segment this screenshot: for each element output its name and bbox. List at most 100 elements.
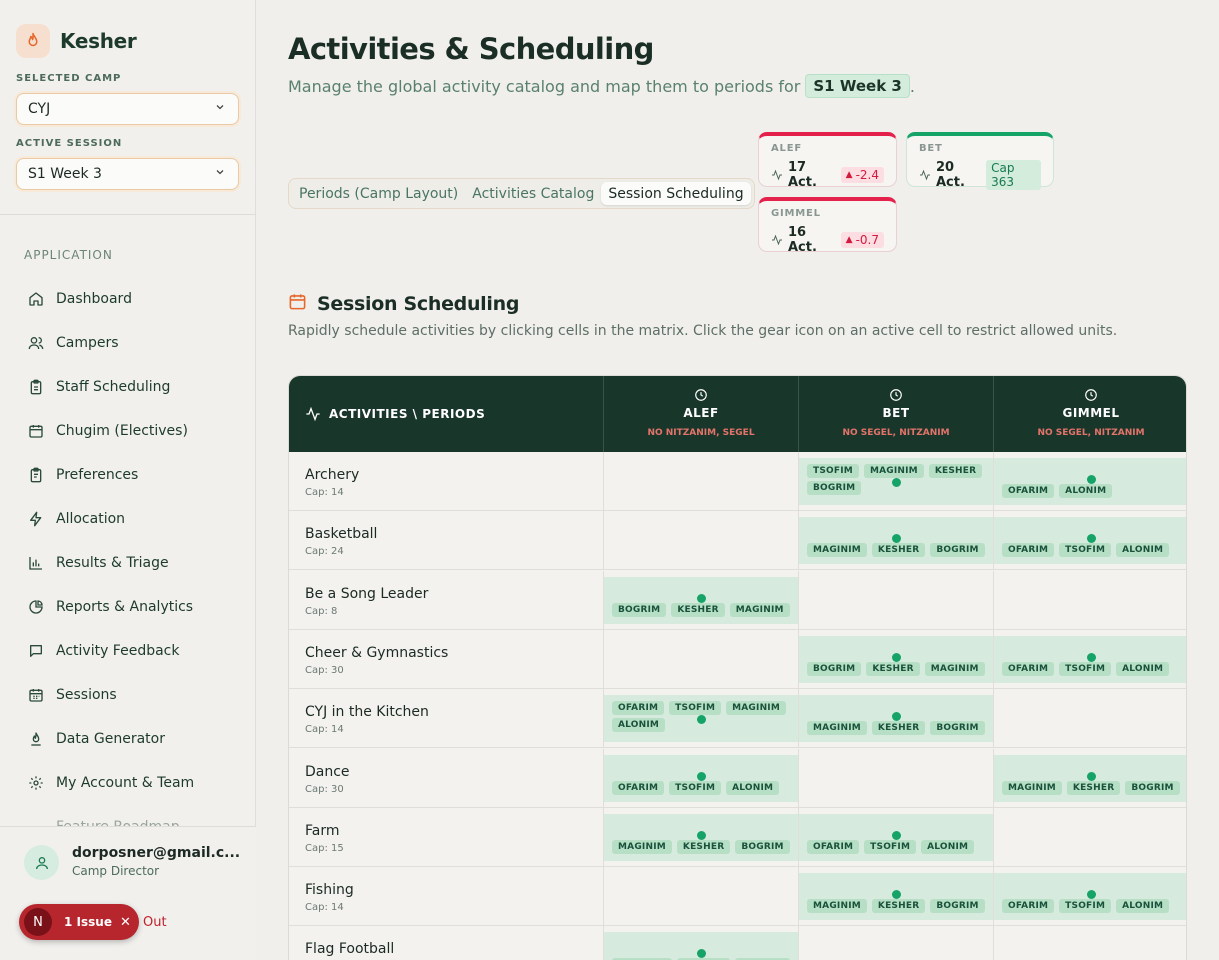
calendar-grid-icon: [28, 687, 44, 703]
tab-activities-catalog[interactable]: Activities Catalog: [465, 182, 601, 205]
stat-card-alef[interactable]: ALEF 17 Act. ▲ -2.4: [758, 132, 897, 190]
section-title: Session Scheduling: [288, 292, 519, 316]
subtitle-text: Manage the global activity catalog and m…: [288, 76, 801, 96]
schedule-cell-empty[interactable]: [604, 630, 798, 689]
schedule-cell-active[interactable]: TSOFIM MAGINIM KESHER BOGRIM: [799, 458, 993, 505]
active-indicator-dot: [697, 771, 706, 781]
camp-select[interactable]: CYJ: [16, 93, 239, 125]
schedule-cell-empty[interactable]: [994, 571, 1186, 630]
sidebar-item-label: Chugim (Electives): [56, 423, 188, 439]
brand[interactable]: Kesher: [16, 24, 137, 58]
period-header-alef[interactable]: ALEF NO NITZANIM, SEGEL: [604, 376, 798, 452]
schedule-cell-active[interactable]: BOGRIM KESHER MAGINIM: [799, 635, 993, 683]
sidebar-item-allocation[interactable]: Allocation: [24, 497, 236, 541]
pie-chart-icon: [28, 599, 44, 615]
schedule-cell-active[interactable]: MAGINIMKESHERBOGRIM: [994, 754, 1186, 802]
schedule-cell-empty[interactable]: [604, 511, 798, 570]
table-row: Dance Cap: 30 OFARIM TSOFIM ALONIM MAGINIM KES…: [289, 748, 1186, 808]
schedule-cell-active[interactable]: OFARIM TSOFIM ALONIM: [994, 517, 1186, 565]
schedule-cell-active[interactable]: OFARIM TSOFIM ALONIM: [604, 754, 798, 802]
schedule-cell-empty[interactable]: [604, 867, 798, 926]
activity-name: Basketball: [305, 526, 378, 543]
schedule-cell-active[interactable]: MAGINIMKESHERBOGRIM: [799, 873, 993, 921]
schedule-cell-active[interactable]: OFARIM TSOFIM ALONIM: [799, 813, 993, 861]
sidebar-item-sessions[interactable]: Sessions: [24, 673, 236, 717]
unit-tag: MAGINIM: [863, 464, 924, 478]
active-indicator-dot: [697, 830, 706, 840]
schedule-cell-active[interactable]: OFARIM ALONIM: [994, 458, 1186, 505]
sidebar-item-activity-feedback[interactable]: Activity Feedback: [24, 629, 236, 673]
unit-tag: TSOFIM: [1059, 543, 1112, 558]
gear-icon: [28, 775, 44, 791]
activity-name: Cheer & Gymnastics: [305, 644, 449, 661]
schedule-cell-active[interactable]: MAGINIMKESHERBOGRIM: [799, 695, 993, 743]
stat-delta-badge: ▲ -2.4: [840, 167, 884, 183]
schedule-cell-empty[interactable]: [994, 808, 1186, 867]
schedule-cell-active[interactable]: BOGRIM KESHER MAGINIM: [604, 576, 798, 624]
sidebar: Kesher SELECTED CAMP CYJ ACTIVE SESSION …: [0, 0, 256, 960]
stat-period-name: GIMMEL: [771, 208, 821, 219]
sidebar-item-dashboard[interactable]: Dashboard: [24, 277, 236, 321]
matrix-corner-header: ACTIVITIES \ PERIODS: [305, 376, 485, 452]
schedule-cell-empty[interactable]: [799, 926, 993, 960]
active-session-label: ACTIVE SESSION: [16, 138, 123, 149]
active-indicator-dot: [697, 593, 706, 603]
user-email: dorposner@gmail.c...: [72, 845, 241, 861]
sidebar-item-campers[interactable]: Campers: [24, 321, 236, 365]
unit-tag: KESHER: [871, 899, 926, 914]
unit-tag: MAGINIM: [1002, 780, 1062, 795]
stat-card-bet[interactable]: BET 20 Act. Cap 363: [906, 132, 1054, 190]
schedule-cell-empty[interactable]: [604, 452, 798, 511]
activity-capacity: Cap: 14: [305, 487, 344, 498]
table-row: Flag FootballCap: 12MAGINIMKESHERBOGRIM: [289, 926, 1186, 960]
active-indicator-dot: [1087, 475, 1096, 484]
unit-tag: KESHER: [676, 839, 731, 854]
sidebar-item-results-triage[interactable]: Results & Triage: [24, 541, 236, 585]
sidebar-divider: [0, 214, 256, 215]
activity-capacity: Cap: 30: [305, 783, 344, 795]
sidebar-item-my-account-team[interactable]: My Account & Team: [24, 761, 236, 805]
issue-badge[interactable]: N 1 Issue ✕: [19, 904, 139, 940]
sidebar-item-staff-scheduling[interactable]: Staff Scheduling: [24, 365, 236, 409]
period-name: ALEF: [683, 406, 719, 420]
schedule-cell-active[interactable]: MAGINIMKESHERBOGRIM: [604, 813, 798, 861]
unit-tag: BOGRIM: [930, 899, 985, 914]
sidebar-item-reports-analytics[interactable]: Reports & Analytics: [24, 585, 236, 629]
schedule-cell-active[interactable]: OFARIM TSOFIM ALONIM: [994, 635, 1186, 683]
session-select[interactable]: S1 Week 3: [16, 158, 239, 190]
table-row: Archery Cap: 14 TSOFIM MAGINIM KESHER BOGRIM O…: [289, 452, 1186, 511]
schedule-cell-active[interactable]: OFARIM TSOFIM ALONIM: [994, 873, 1186, 921]
page-subtitle: Manage the global activity catalog and m…: [288, 74, 915, 98]
unit-tag: KESHER: [871, 543, 926, 558]
schedule-cell-active[interactable]: MAGINIMKESHERBOGRIM: [604, 932, 798, 960]
unit-tag: BOGRIM: [807, 661, 862, 676]
home-icon: [28, 291, 44, 307]
tab-periods[interactable]: Periods (Camp Layout): [292, 182, 465, 205]
period-header-gimmel[interactable]: GIMMEL NO SEGEL, NITZANIM: [994, 376, 1186, 452]
unit-tag: OFARIM: [807, 839, 860, 854]
schedule-cell-active[interactable]: MAGINIMKESHERBOGRIM: [799, 517, 993, 565]
unit-tag: MAGINIM: [807, 721, 867, 736]
table-row: Be a Song Leader Cap: 8 BOGRIM KESHER MAGINI…: [289, 570, 1186, 630]
table-row: CYJ in the Kitchen Cap: 14 OFARIM TSOFIM MAG…: [289, 689, 1186, 749]
sidebar-item-preferences[interactable]: Preferences: [24, 453, 236, 497]
schedule-cell-empty[interactable]: [799, 571, 993, 630]
sign-out-link[interactable]: Out: [143, 915, 167, 930]
unit-tag: BOGRIM: [930, 721, 985, 736]
schedule-cell-active[interactable]: OFARIM TSOFIM MAGINIM ALONIM: [604, 695, 798, 743]
sidebar-nav: Dashboard Campers Staff Scheduling Chugi…: [24, 277, 236, 805]
schedule-cell-empty[interactable]: [994, 926, 1186, 960]
close-icon[interactable]: ✕: [120, 915, 131, 930]
sidebar-item-data-generator[interactable]: Data Generator: [24, 717, 236, 761]
schedule-cell-empty[interactable]: [994, 689, 1186, 748]
tab-session-scheduling[interactable]: Session Scheduling: [601, 182, 751, 205]
schedule-cell-empty[interactable]: [799, 749, 993, 808]
period-header-bet[interactable]: BET NO SEGEL, NITZANIM: [799, 376, 993, 452]
issue-avatar: N: [24, 908, 52, 936]
sidebar-item-label: Activity Feedback: [56, 643, 180, 659]
sidebar-item-label: Allocation: [56, 511, 126, 527]
activity-capacity: Cap: 30: [305, 664, 344, 676]
stat-card-gimmel[interactable]: GIMMEL 16 Act. ▲ -0.7: [758, 197, 897, 255]
active-indicator-dot: [892, 534, 901, 544]
sidebar-item-chugim[interactable]: Chugim (Electives): [24, 409, 236, 453]
